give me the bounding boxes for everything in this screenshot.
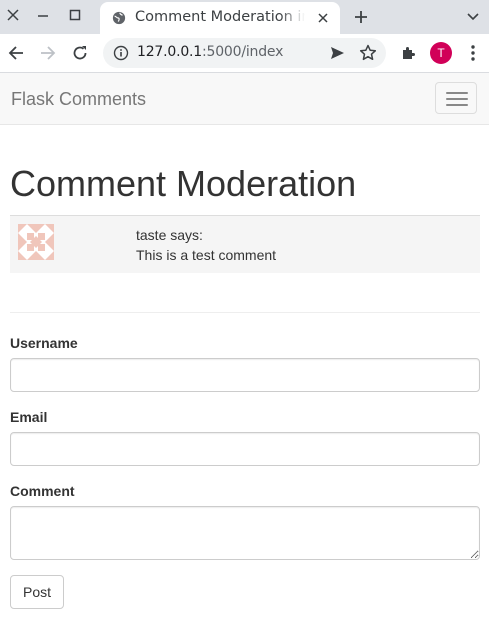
browser-menu-icon[interactable] (464, 42, 482, 64)
hamburger-icon (446, 92, 468, 94)
reload-icon[interactable] (68, 41, 92, 65)
address-bar[interactable]: 127.0.0.1:5000/index (103, 38, 386, 68)
comment-textarea[interactable] (10, 506, 480, 560)
window-maximize-icon[interactable] (62, 2, 88, 28)
new-tab-icon[interactable] (350, 6, 372, 28)
site-info-icon[interactable] (113, 45, 129, 61)
hamburger-icon-bar (446, 104, 468, 106)
url-text[interactable]: 127.0.0.1:5000/index (137, 44, 283, 60)
browser-tab-active[interactable]: Comment Moderation in Flask (100, 2, 340, 34)
globe-icon (112, 11, 126, 25)
post-button[interactable]: Post (10, 575, 64, 609)
email-input[interactable] (10, 432, 480, 466)
navbar-brand[interactable]: Flask Comments (11, 89, 146, 110)
email-label: Email (10, 409, 48, 425)
window-close-icon[interactable] (0, 2, 26, 28)
forward-arrow-icon[interactable] (36, 41, 60, 65)
hamburger-icon-bar (446, 98, 468, 100)
section-divider (10, 312, 480, 313)
site-navbar: Flask Comments (0, 73, 489, 125)
extensions-puzzle-icon[interactable] (398, 42, 420, 64)
bookmark-star-icon[interactable] (359, 44, 377, 62)
tab-title: Comment Moderation in Flask (135, 9, 305, 25)
comment-item: taste says: This is a test comment (10, 215, 480, 273)
tab-search-chevron-icon[interactable] (462, 6, 484, 28)
username-label: Username (10, 335, 78, 351)
comment-body: This is a test comment (136, 247, 277, 263)
page-title: Comment Moderation (10, 163, 357, 204)
comment-author: taste says: (136, 227, 203, 243)
window-minimize-icon[interactable] (30, 2, 56, 28)
send-to-devices-icon[interactable] (329, 45, 345, 61)
browser-toolbar: 127.0.0.1:5000/index T (0, 34, 489, 73)
profile-avatar[interactable]: T (430, 42, 452, 64)
identicon-avatar (18, 224, 54, 260)
navbar-toggle-button[interactable] (435, 82, 477, 114)
tab-close-icon[interactable] (314, 9, 332, 27)
username-input[interactable] (10, 358, 480, 392)
back-arrow-icon[interactable] (4, 41, 28, 65)
comment-label: Comment (10, 483, 75, 499)
browser-tab-strip: Comment Moderation in Flask (0, 0, 489, 34)
